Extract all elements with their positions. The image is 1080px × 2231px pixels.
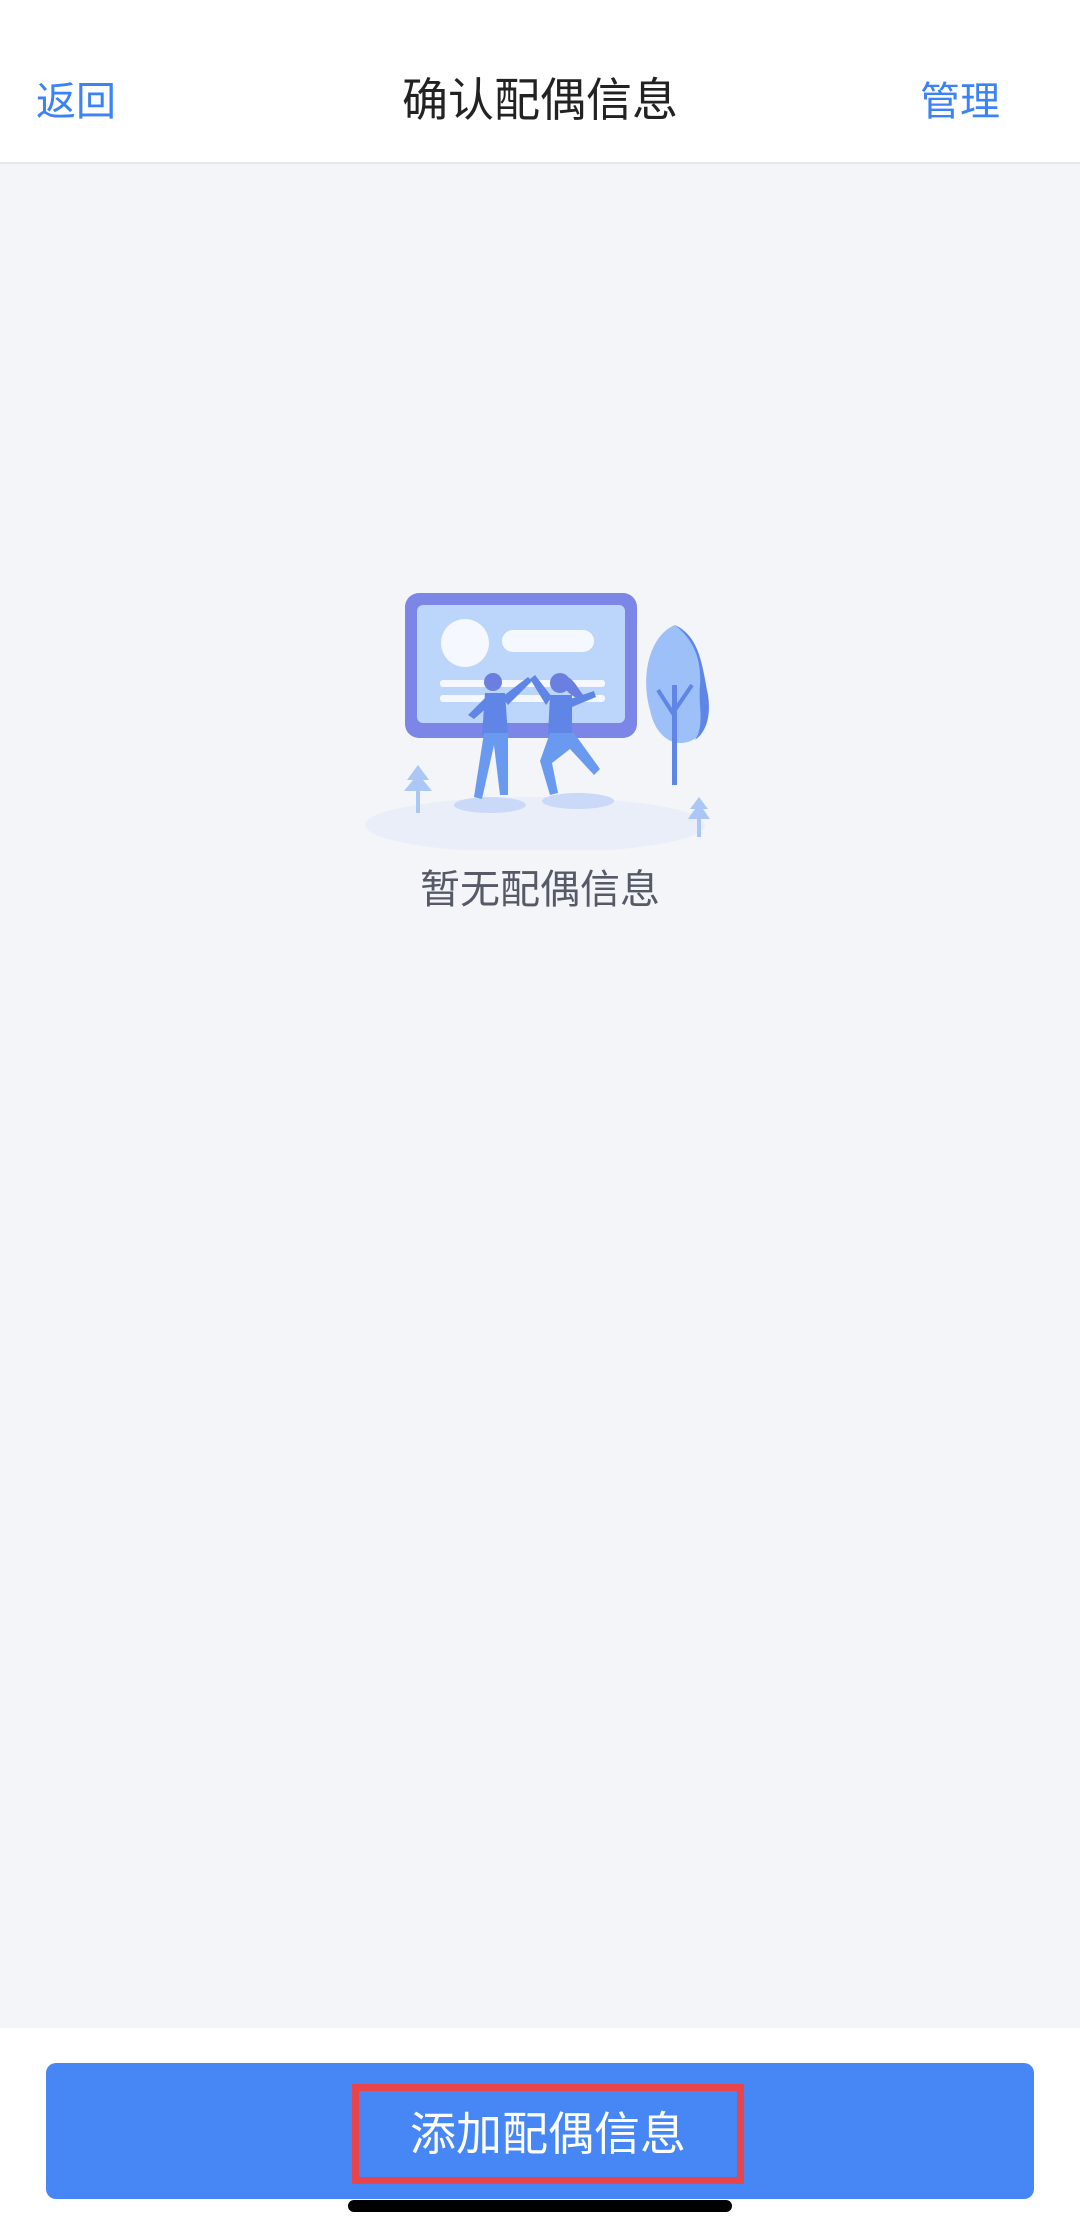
empty-state-illustration: [365, 593, 710, 850]
small-tree-left-shape: [404, 765, 432, 791]
man-head-shape: [484, 673, 502, 691]
page-title: 确认配偶信息: [402, 73, 678, 127]
tree-trunk-shape: [672, 685, 677, 785]
card-line-shape: [502, 630, 594, 652]
small-tree-right-shape: [688, 797, 710, 819]
add-spouse-info-button-label[interactable]: 添加配偶信息: [352, 2084, 744, 2184]
woman-body-shape: [548, 695, 572, 735]
avatar-circle-shape: [441, 619, 489, 667]
person-shadow-shape: [454, 797, 526, 813]
man-legs-shape: [474, 733, 508, 799]
woman-legs-shape: [540, 733, 600, 795]
manage-button[interactable]: 管理: [920, 72, 1000, 132]
small-tree-right-trunk-shape: [697, 817, 701, 837]
person-shadow-shape-2: [542, 793, 614, 809]
nav-bar: 返回 确认配偶信息 管理: [0, 0, 1080, 164]
small-tree-left-trunk-shape: [416, 789, 420, 813]
home-indicator: [348, 2200, 732, 2212]
screen: 返回 确认配偶信息 管理 暂无配偶信息 添加配偶信息: [0, 0, 1080, 2231]
empty-state-message: 暂无配偶信息: [420, 867, 660, 913]
board-screen-shape: [417, 605, 625, 723]
